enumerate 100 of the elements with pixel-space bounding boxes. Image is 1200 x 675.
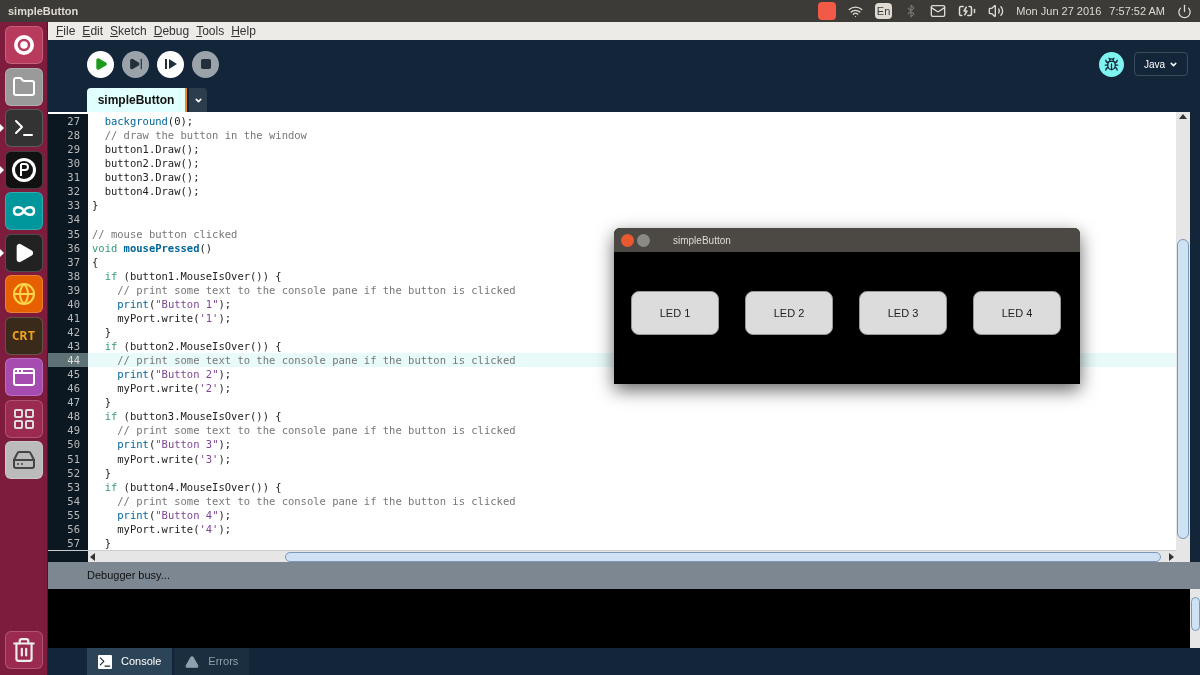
grid-icon bbox=[11, 406, 36, 431]
launcher-item[interactable] bbox=[4, 441, 43, 479]
processing-logo-icon bbox=[10, 156, 37, 183]
code-line: // draw the button in the window bbox=[103, 128, 307, 143]
line-number: 34 bbox=[48, 212, 88, 227]
code-line: button4.Draw(); bbox=[103, 184, 200, 199]
led-button[interactable]: LED 2 bbox=[745, 291, 833, 335]
launcher-item[interactable] bbox=[4, 233, 43, 272]
code-line: myPort.write('3'); bbox=[116, 451, 232, 466]
horizontal-scrollbar[interactable] bbox=[48, 550, 1176, 562]
launcher-item[interactable] bbox=[4, 192, 43, 230]
scroll-up-icon[interactable] bbox=[1179, 114, 1187, 119]
launcher-item[interactable] bbox=[4, 109, 43, 147]
volume-icon[interactable] bbox=[988, 3, 1005, 19]
editor-tab[interactable]: simpleButton bbox=[87, 88, 187, 112]
code-line: { bbox=[91, 254, 99, 269]
launcher-item[interactable] bbox=[4, 358, 43, 396]
code-line: background(0); bbox=[103, 114, 194, 129]
globe-icon bbox=[11, 282, 36, 306]
line-number: 44 bbox=[48, 353, 88, 368]
step-icon bbox=[128, 57, 143, 71]
continue-icon bbox=[163, 57, 178, 71]
terminal-icon bbox=[98, 654, 112, 669]
code-line: myPort.write('2'); bbox=[116, 381, 232, 396]
mail-icon[interactable] bbox=[930, 3, 947, 19]
line-number: 47 bbox=[48, 395, 88, 410]
line-number: 32 bbox=[48, 184, 88, 199]
toolbar-button[interactable] bbox=[157, 50, 184, 78]
code-line: } bbox=[103, 324, 111, 339]
led-button[interactable]: LED 3 bbox=[859, 291, 947, 335]
line-number: 48 bbox=[48, 409, 88, 424]
console-tab[interactable]: Errors bbox=[174, 648, 250, 675]
window-icon bbox=[11, 365, 36, 389]
code-line: if (button4.MouseIsOver()) { bbox=[103, 479, 282, 494]
code-line: print("Button 4"); bbox=[116, 507, 232, 522]
line-number: 27 bbox=[48, 114, 88, 129]
launcher-item[interactable] bbox=[4, 631, 43, 669]
menu-item[interactable]: Edit bbox=[82, 22, 104, 40]
date-text[interactable]: Mon Jun 27 2016 bbox=[1016, 2, 1102, 20]
line-number: 50 bbox=[48, 437, 88, 452]
vertical-scrollbar[interactable] bbox=[1190, 589, 1200, 648]
scrollbar-thumb[interactable] bbox=[1190, 597, 1200, 631]
toolbar-button[interactable] bbox=[87, 50, 114, 78]
line-number: 45 bbox=[48, 367, 88, 382]
vertical-scrollbar[interactable] bbox=[1176, 112, 1190, 562]
led-button[interactable]: LED 4 bbox=[973, 291, 1061, 335]
code-line: void mousePressed() bbox=[91, 240, 213, 255]
code-line: if (button3.MouseIsOver()) { bbox=[103, 409, 282, 424]
launcher-item[interactable] bbox=[4, 399, 43, 438]
code-line: // print some text to the console pane if the button is clicked bbox=[116, 353, 516, 368]
line-number: 43 bbox=[48, 339, 88, 354]
time-text[interactable]: 7:57:52 AM bbox=[1109, 2, 1165, 20]
line-number: 28 bbox=[48, 128, 88, 143]
code-line: button1.Draw(); bbox=[103, 142, 200, 157]
line-number: 31 bbox=[48, 170, 88, 185]
app-label: CRT bbox=[11, 326, 36, 345]
console-tab[interactable]: Console bbox=[87, 648, 173, 675]
launcher-item[interactable]: CRT bbox=[4, 316, 43, 355]
window-title: simpleButton bbox=[673, 233, 731, 248]
launcher-item[interactable] bbox=[4, 26, 43, 64]
window-title: simpleButton bbox=[8, 3, 79, 19]
line-number: 46 bbox=[48, 381, 88, 396]
code-line: } bbox=[91, 198, 99, 213]
scrollbar-thumb[interactable] bbox=[285, 551, 1161, 562]
code-line: } bbox=[103, 465, 111, 480]
menu-item[interactable]: Sketch bbox=[110, 22, 147, 40]
menu-item[interactable]: Help bbox=[231, 22, 256, 40]
code-line: myPort.write('4'); bbox=[116, 521, 232, 536]
code-line: myPort.write('1'); bbox=[116, 310, 232, 325]
led-button[interactable]: LED 1 bbox=[631, 291, 719, 335]
line-number: 30 bbox=[48, 156, 88, 171]
code-line: // print some text to the console pane if the button is clicked bbox=[116, 493, 516, 508]
mode-dropdown[interactable]: Java bbox=[1133, 52, 1188, 76]
debugger-button[interactable] bbox=[1098, 51, 1124, 77]
code-line: } bbox=[103, 395, 111, 410]
menu-item[interactable]: Tools bbox=[196, 22, 225, 40]
power-icon[interactable] bbox=[1177, 3, 1192, 19]
scrollbar-thumb[interactable] bbox=[1177, 239, 1189, 539]
code-line: print("Button 3"); bbox=[116, 437, 232, 452]
tab-menu-button[interactable] bbox=[189, 88, 207, 112]
line-number: 33 bbox=[48, 198, 88, 213]
trash-icon bbox=[10, 637, 37, 663]
code-line: // print some text to the console pane if the button is clicked bbox=[116, 282, 516, 297]
file-cabinet-icon bbox=[11, 74, 36, 99]
menu-item[interactable]: Debug bbox=[153, 22, 190, 40]
code-line: // print some text to the console pane if the button is clicked bbox=[116, 423, 516, 438]
close-button[interactable] bbox=[621, 233, 634, 247]
launcher-item[interactable] bbox=[4, 150, 43, 189]
code-line: button2.Draw(); bbox=[103, 156, 200, 171]
minimize-button[interactable] bbox=[637, 233, 650, 247]
play-icon bbox=[93, 57, 108, 71]
code-line: if (button1.MouseIsOver()) { bbox=[103, 268, 282, 283]
line-number: 49 bbox=[48, 423, 88, 438]
wifi-icon[interactable] bbox=[847, 3, 863, 19]
launcher-item[interactable] bbox=[4, 275, 43, 313]
launcher-item[interactable] bbox=[4, 67, 43, 106]
code-line: } bbox=[103, 535, 111, 550]
menu-item[interactable]: File bbox=[56, 22, 76, 40]
keyboard-indicator[interactable]: En bbox=[874, 2, 893, 20]
code-line: print("Button 1"); bbox=[116, 296, 232, 311]
